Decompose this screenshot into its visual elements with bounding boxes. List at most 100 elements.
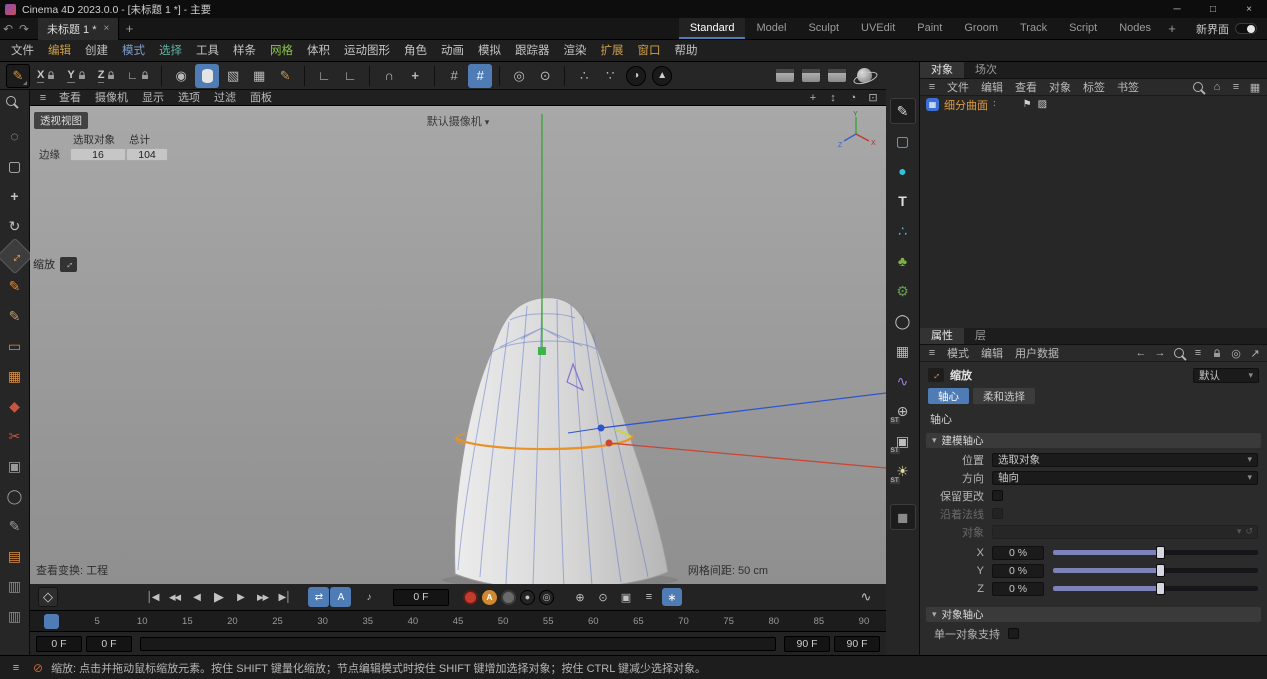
render-view-button[interactable] [776,69,794,82]
layout-grid-icon[interactable]: ▦ [1246,79,1264,95]
overlay-toggle-button[interactable]: ▲ [652,65,673,86]
keyframe-selection-button[interactable] [501,589,516,605]
playhead[interactable] [44,614,59,629]
om-menu-item[interactable]: 文件 [941,79,975,95]
deformer-icon[interactable]: ∿ [890,368,916,394]
viewport-canvas[interactable]: 透视视图 默认摄像机 ▾ 选取对象 总计 边缘 16 104 缩放 ↔ Y X … [30,106,886,584]
menubar-item[interactable]: 文件 [4,40,41,62]
viewport-menu-item[interactable]: 面板 [243,90,279,106]
menubar-item[interactable]: 体积 [300,40,337,62]
menubar-item[interactable]: 帮助 [668,40,705,62]
poly-pen-button[interactable]: ✎ [273,64,297,88]
view-pan-icon[interactable]: + [804,90,822,106]
sphere-primitive-icon[interactable]: ● [890,158,916,184]
popout-icon[interactable]: ↗ [1246,345,1264,361]
om-menu-item[interactable]: 对象 [1043,79,1077,95]
om-menu-item[interactable]: 书签 [1111,79,1145,95]
menubar-item[interactable]: 模式 [115,40,152,62]
texture-tag-icon[interactable]: ▨ [1038,99,1047,110]
undo-icon[interactable]: ↶ [0,22,16,36]
workplane-grid-button[interactable]: # [442,64,466,88]
home-icon[interactable]: ⌂ [1208,79,1226,95]
tab-objects[interactable]: 对象 [920,62,964,78]
menubar-item[interactable]: 编辑 [41,40,78,62]
menubar-item[interactable]: 角色 [397,40,434,62]
object-row[interactable]: ▦ 细分曲面 ∶ ⚑ ▨ [920,96,1267,113]
layout-tab[interactable]: Sculpt [797,18,850,39]
om-menu-item[interactable]: 标签 [1077,79,1111,95]
z-value-field[interactable]: 0 % [992,581,1044,596]
viewport-menu-icon[interactable]: ≡ [34,90,52,106]
menubar-item[interactable]: 样条 [226,40,263,62]
workplane-lock-button[interactable]: ∟ [122,64,154,88]
object-name[interactable]: 细分曲面 [944,97,988,113]
x-slider[interactable] [1053,546,1258,559]
keying-ring-button[interactable]: ◎ [539,589,554,605]
tweak-tool-icon[interactable]: ▭ [2,333,28,359]
keying-sphere-button[interactable]: ● [520,589,535,605]
camera-label[interactable]: 默认摄像机 ▾ [30,113,886,129]
viewport-menu-item[interactable]: 选项 [171,90,207,106]
light-object-icon[interactable]: ☀ ST [889,458,916,484]
capsule-tool-button[interactable] [195,63,220,88]
lock-x-axis-button[interactable]: X [32,64,60,88]
fcurve-editor-icon[interactable]: ∿ [854,589,878,605]
pen-tool-icon[interactable]: ✎ [2,513,28,539]
visibility-dots-icon[interactable]: ∶ [993,99,996,110]
layout-tab[interactable]: Nodes [1108,18,1162,39]
menubar-item[interactable]: 选择 [152,40,189,62]
range-end-field[interactable]: 90 F [834,635,880,652]
field-object-icon[interactable]: ♣ [890,248,916,274]
tab-takes[interactable]: 场次 [964,62,1008,78]
active-tool-hud[interactable]: 缩放 ↔ [33,256,77,272]
flag-tag-icon[interactable]: ⚑ [1023,99,1032,110]
zoom-tool-icon[interactable] [2,93,28,119]
autokey-a-button[interactable]: A [330,587,351,607]
am-menu-item[interactable]: 模式 [941,345,975,361]
om-menu-item[interactable]: 查看 [1009,79,1043,95]
volume-builder-icon[interactable]: ⚙ [890,278,916,304]
rotate-tool-icon[interactable]: ↻ [2,213,28,239]
record-keyframe-button[interactable] [463,589,478,605]
x-value-field[interactable]: 0 % [992,545,1044,560]
array-tool-icon[interactable]: ▤ [2,543,28,569]
record-scale-button[interactable]: ▣ [616,588,636,606]
preset-dropdown[interactable]: 默认 ▾ [1193,367,1259,383]
snap-axis-button[interactable]: + [403,64,427,88]
play-button[interactable]: ▶ [208,587,229,607]
volume-cube-button[interactable]: ▦ [247,64,271,88]
view-dolly-icon[interactable]: ↕ [824,90,842,106]
search-icon[interactable] [1189,79,1207,95]
add-layout-button[interactable]: + [1162,21,1182,36]
menubar-item[interactable]: 渲染 [557,40,594,62]
range-start-field[interactable]: 0 F [36,635,82,652]
om-menu-icon[interactable]: ≡ [923,79,941,95]
lock-z-axis-button[interactable]: Z [93,64,121,88]
position-select[interactable]: 选取对象 ▾ [992,452,1258,467]
y-value-field[interactable]: 0 % [992,563,1044,578]
orientation-select[interactable]: 轴向 ▾ [992,470,1258,485]
material-icon[interactable]: ◼ [889,504,916,530]
document-tab[interactable]: 未标题 1 * × [38,17,120,40]
stage-object-icon[interactable]: ▥ [2,603,28,629]
filter-icon[interactable]: ≡ [1189,345,1207,361]
extrude-cube-button[interactable]: ▧ [221,64,245,88]
z-slider[interactable] [1053,582,1258,595]
lock-icon[interactable] [1208,345,1226,361]
slider-knob[interactable] [1155,564,1165,577]
single-object-checkbox[interactable] [1008,628,1019,639]
layout-tab[interactable]: UVEdit [850,18,906,39]
search-icon[interactable] [1170,345,1188,361]
render-settings-button[interactable] [857,68,872,83]
redo-icon[interactable]: ↷ [16,22,32,36]
autokeying-button[interactable]: A [482,589,497,605]
menubar-item[interactable]: 窗口 [631,40,668,62]
menubar-item[interactable]: 扩展 [594,40,631,62]
sound-button[interactable]: ♪ [358,587,379,607]
slider-knob[interactable] [1155,582,1165,595]
cube-primitive-icon[interactable]: ▢ [890,128,916,154]
layout-tab[interactable]: Model [745,18,797,39]
previous-frame-button[interactable]: ◀ [186,587,207,607]
view-maximize-icon[interactable]: ⊡ [864,90,882,106]
layout-tab[interactable]: Track [1009,18,1058,39]
